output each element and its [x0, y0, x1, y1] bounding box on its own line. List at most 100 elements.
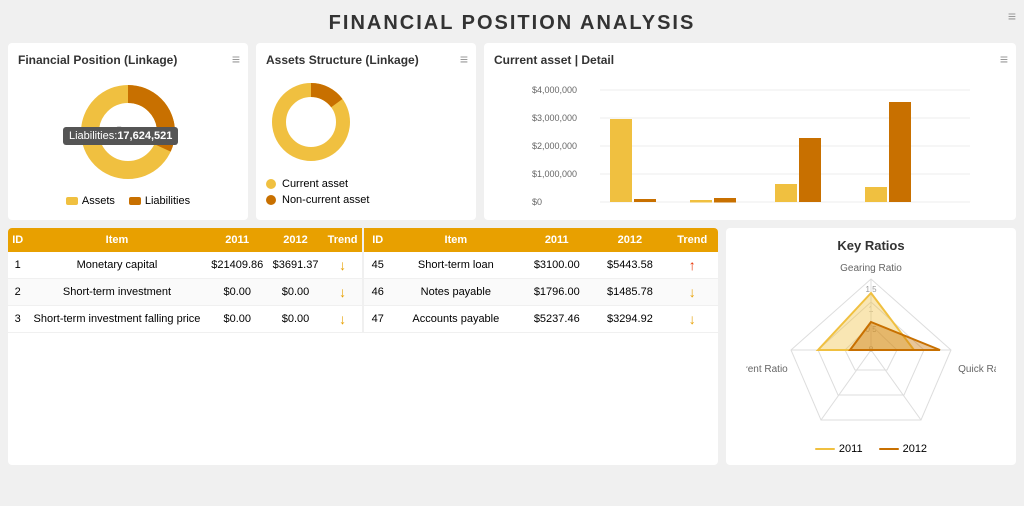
- bar-other-2012: [889, 102, 911, 202]
- cell-2011: $21409.86: [207, 252, 268, 279]
- cell-2012: $1485.78: [593, 278, 666, 305]
- bar-interest-2012: [799, 138, 821, 202]
- bar-bill-2011: [690, 200, 712, 203]
- radar-legend-2011: 2011: [815, 443, 863, 455]
- cell-2012: $3691.37: [268, 252, 323, 279]
- current-asset-label: Current asset: [282, 178, 348, 190]
- svg-text:Gearing Ratio: Gearing Ratio: [840, 263, 902, 274]
- left-th-item: Item: [27, 228, 206, 252]
- noncurrent-asset-label: Non-current asset: [282, 194, 369, 206]
- bar-other-2011: [865, 187, 887, 202]
- radar-title: Key Ratios: [736, 238, 1006, 253]
- bar-bill-2012: [714, 198, 736, 203]
- right-th-id: ID: [364, 228, 391, 252]
- svg-text:$4,000,000: $4,000,000: [532, 85, 577, 95]
- left-th-trend: Trend: [323, 228, 362, 252]
- cell-item: Notes payable: [391, 278, 520, 305]
- right-table-header: ID Item 2011 2012 Trend: [364, 228, 718, 252]
- svg-text:Quick Ratio: Quick Ratio: [958, 364, 996, 375]
- radar-legend-2012: 2012: [879, 443, 927, 455]
- legend-current-asset: Current asset: [266, 178, 466, 190]
- bottom-row: ID Item 2011 2012 Trend 1 Monetary capit…: [8, 228, 1016, 465]
- left-table: ID Item 2011 2012 Trend 1 Monetary capit…: [8, 228, 362, 333]
- legend-liabilities: Liabilities: [129, 195, 190, 207]
- data-tables-section: ID Item 2011 2012 Trend 1 Monetary capit…: [8, 228, 718, 465]
- right-th-item: Item: [391, 228, 520, 252]
- assets-structure-card: Assets Structure (Linkage) ≡ Current ass…: [256, 43, 476, 220]
- cell-id: 47: [364, 305, 391, 332]
- radar-legend: 2011 2012: [736, 443, 1006, 455]
- noncurrent-asset-dot: [266, 195, 276, 205]
- top-row: Financial Position (Linkage) ≡ ☞ Liabili…: [8, 43, 1016, 220]
- radar-label-2012: 2012: [903, 443, 927, 455]
- assets-card-title: Assets Structure (Linkage): [266, 53, 466, 69]
- cell-2011: $3100.00: [520, 252, 593, 279]
- left-th-2011: 2011: [207, 228, 268, 252]
- cell-item: Short-term investment falling price: [27, 305, 206, 332]
- legend-assets: Assets: [66, 195, 115, 207]
- svg-text:$1,000,000: $1,000,000: [532, 169, 577, 179]
- cell-2012: $0.00: [268, 278, 323, 305]
- donut-card-title: Financial Position (Linkage): [18, 53, 238, 69]
- svg-text:$0: $0: [532, 197, 542, 207]
- cell-2011: $0.00: [207, 278, 268, 305]
- table-row: 2 Short-term investment $0.00 $0.00 ↓: [8, 278, 362, 305]
- legend-liabilities-label: Liabilities: [145, 195, 190, 207]
- legend-liabilities-dot: [129, 197, 141, 205]
- cell-trend: ↓: [666, 278, 718, 305]
- radar-chart-svg: Gearing Ratio Quick Ratio Current Ratio …: [746, 257, 996, 437]
- page-title: FINANCIAL POSITION ANALYSIS: [0, 0, 1024, 43]
- cell-trend: ↓: [323, 305, 362, 332]
- cell-2011: $1796.00: [520, 278, 593, 305]
- bar-card-title: Current asset | Detail: [494, 53, 1006, 69]
- table-row: 45 Short-term loan $3100.00 $5443.58 ↑: [364, 252, 718, 279]
- table-row: 3 Short-term investment falling price $0…: [8, 305, 362, 332]
- right-table: ID Item 2011 2012 Trend 45 Short-term lo…: [364, 228, 718, 333]
- assets-card-menu-icon[interactable]: ≡: [460, 51, 468, 67]
- donut-tooltip: Liabilities:17,624,521: [63, 127, 178, 145]
- cell-item: Short-term loan: [391, 252, 520, 279]
- left-table-container: ID Item 2011 2012 Trend 1 Monetary capit…: [8, 228, 362, 333]
- legend-assets-label: Assets: [82, 195, 115, 207]
- cell-trend: ↑: [666, 252, 718, 279]
- cell-2012: $3294.92: [593, 305, 666, 332]
- donut-chart-container: ☞ Liabilities:17,624,521: [73, 77, 183, 187]
- donut-legend: Assets Liabilities: [18, 195, 238, 207]
- left-th-id: ID: [8, 228, 27, 252]
- assets-donut-svg: [266, 77, 356, 167]
- table-row: 46 Notes payable $1796.00 $1485.78 ↓: [364, 278, 718, 305]
- left-th-2012: 2012: [268, 228, 323, 252]
- cell-id: 46: [364, 278, 391, 305]
- current-asset-dot: [266, 179, 276, 189]
- right-table-container: ID Item 2011 2012 Trend 45 Short-term lo…: [362, 228, 718, 333]
- bar-chart-svg: $0 $1,000,000 $2,000,000 $3,000,000 $4,0…: [494, 77, 1006, 207]
- legend-assets-dot: [66, 197, 78, 205]
- bar-monetary-2011: [610, 119, 632, 202]
- radar-card-menu-icon[interactable]: ≡: [1008, 8, 1016, 24]
- bar-card-menu-icon[interactable]: ≡: [1000, 51, 1008, 67]
- svg-text:$3,000,000: $3,000,000: [532, 113, 577, 123]
- cell-2012: $5443.58: [593, 252, 666, 279]
- key-ratios-card: ≡ Key Ratios Gearing Ratio Quick Ratio C…: [726, 228, 1016, 465]
- donut-card-menu-icon[interactable]: ≡: [232, 51, 240, 67]
- left-table-header: ID Item 2011 2012 Trend: [8, 228, 362, 252]
- right-th-trend: Trend: [666, 228, 718, 252]
- current-asset-detail-card: Current asset | Detail ≡ $0 $1,000,000 $…: [484, 43, 1016, 220]
- cell-2011: $0.00: [207, 305, 268, 332]
- cell-2011: $5237.46: [520, 305, 593, 332]
- legend-noncurrent-asset: Non-current asset: [266, 194, 466, 206]
- assets-legend: Current asset Non-current asset: [266, 178, 466, 206]
- radar-line-2011: [815, 448, 835, 450]
- radar-line-2012: [879, 448, 899, 450]
- cell-item: Short-term investment: [27, 278, 206, 305]
- cell-trend: ↓: [323, 252, 362, 279]
- cell-trend: ↓: [666, 305, 718, 332]
- cell-2012: $0.00: [268, 305, 323, 332]
- table-row: 1 Monetary capital $21409.86 $3691.37 ↓: [8, 252, 362, 279]
- financial-position-card: Financial Position (Linkage) ≡ ☞ Liabili…: [8, 43, 248, 220]
- svg-text:Current Ratio: Current Ratio: [746, 364, 788, 375]
- cell-item: Accounts payable: [391, 305, 520, 332]
- svg-text:$2,000,000: $2,000,000: [532, 141, 577, 151]
- cell-id: 45: [364, 252, 391, 279]
- bar-monetary-2012: [634, 199, 656, 202]
